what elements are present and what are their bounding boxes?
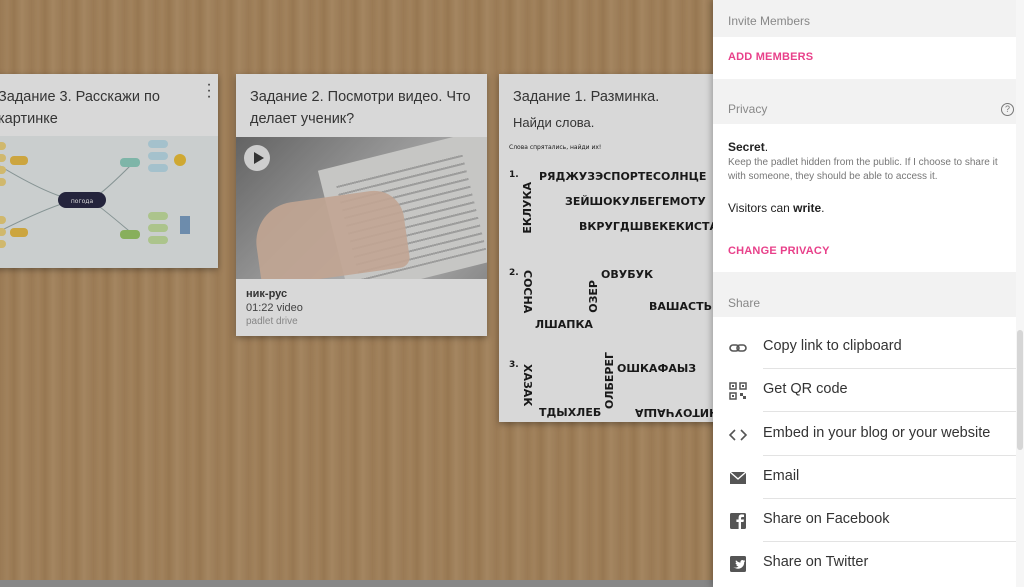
svg-text:погода: погода bbox=[71, 198, 94, 205]
hand-image bbox=[251, 186, 411, 279]
share-item-label: Share on Twitter bbox=[763, 554, 869, 570]
divider bbox=[763, 411, 1016, 412]
post-subtitle: Найди слова. bbox=[513, 115, 595, 130]
post-title: Задание 3. Расскажи по картинке bbox=[0, 74, 218, 130]
puzzle-column: СОСНА bbox=[521, 270, 534, 314]
invite-members-header: Invite Members bbox=[713, 0, 1024, 37]
post-menu-icon[interactable]: · · · bbox=[204, 77, 214, 105]
post-card-task1[interactable]: Задание 1. Разминка. Найди слова. Слова … bbox=[499, 74, 721, 422]
help-icon[interactable]: ? bbox=[1001, 103, 1014, 116]
email-button[interactable]: Email bbox=[713, 456, 1016, 499]
privacy-description: Keep the padlet hidden from the public. … bbox=[728, 157, 998, 182]
video-thumbnail[interactable] bbox=[236, 137, 487, 279]
privacy-level: Secret. bbox=[728, 140, 769, 154]
twitter-icon bbox=[728, 554, 748, 574]
puzzle-row: РЯДЖУЗЭСПОРТЕСОЛНЦЕ bbox=[539, 170, 707, 183]
post-card-task3[interactable]: Задание 3. Расскажи по картинке · · · пого… bbox=[0, 74, 218, 268]
puzzle-column: ХАЗАК bbox=[521, 364, 534, 407]
email-icon bbox=[728, 468, 748, 488]
facebook-icon bbox=[728, 511, 748, 531]
copy-link-button[interactable]: Copy link to clipboard bbox=[713, 326, 1016, 369]
video-source: padlet drive bbox=[246, 316, 298, 327]
visitors-prefix: Visitors can bbox=[728, 201, 794, 215]
puzzle-number: 3. bbox=[509, 360, 519, 370]
share-item-label: Embed in your blog or your website bbox=[763, 425, 991, 441]
puzzle-row: ОВУБУК bbox=[601, 268, 654, 281]
puzzle-column: ОЗЕР bbox=[587, 280, 600, 313]
add-members-button[interactable]: ADD MEMBERS bbox=[728, 51, 813, 63]
post-title: Задание 1. Разминка. bbox=[513, 89, 660, 105]
embed-button[interactable]: Embed in your blog or your website bbox=[713, 413, 1016, 456]
change-privacy-button[interactable]: CHANGE PRIVACY bbox=[728, 245, 830, 257]
qr-code-button[interactable]: Get QR code bbox=[713, 369, 1016, 412]
section-title: Invite Members bbox=[728, 14, 811, 28]
post-title: Задание 2. Посмотри видео. Что делает уч… bbox=[250, 89, 471, 127]
puzzle-intro: Слова спрятались, найди их! bbox=[509, 144, 602, 151]
word-puzzle-image: Слова спрятались, найди их! 1. РЯДЖУЗЭСП… bbox=[499, 140, 721, 422]
visitors-permission: Visitors can write. bbox=[728, 201, 825, 215]
link-icon bbox=[728, 338, 748, 358]
scrollbar-thumb[interactable] bbox=[1017, 330, 1023, 450]
post-title-line: картинке bbox=[0, 111, 58, 127]
puzzle-number: 2. bbox=[509, 268, 519, 278]
share-twitter-button[interactable]: Share on Twitter bbox=[713, 542, 1016, 585]
share-header: Share bbox=[713, 272, 1024, 317]
video-length: 01:22 video bbox=[246, 302, 303, 314]
play-icon[interactable] bbox=[244, 145, 270, 171]
share-item-label: Get QR code bbox=[763, 381, 848, 397]
share-panel: Invite Members ADD MEMBERS Privacy ? Sec… bbox=[713, 0, 1024, 587]
share-item-label: Email bbox=[763, 468, 800, 484]
puzzle-row: ЛШАПКА bbox=[535, 318, 593, 331]
puzzle-row: ТДЫХЛЕБ bbox=[539, 406, 602, 419]
share-facebook-button[interactable]: Share on Facebook bbox=[713, 499, 1016, 542]
share-item-label: Share on Facebook bbox=[763, 511, 890, 527]
puzzle-column: ЕКЛУКА bbox=[521, 182, 534, 234]
section-title: Privacy bbox=[728, 102, 768, 116]
puzzle-row: ВАШАСТЬЁЛ bbox=[649, 300, 721, 313]
board-bottom-bar bbox=[0, 580, 713, 587]
privacy-level-value: Secret bbox=[728, 140, 765, 154]
panel-scrollbar[interactable] bbox=[1016, 0, 1024, 587]
puzzle-row: ОШКАФАЫЗ bbox=[617, 362, 697, 375]
visitors-permission-value: write bbox=[793, 201, 822, 215]
video-meta: ник-рус 01:22 video padlet drive bbox=[246, 287, 303, 329]
puzzle-row: ВКРУГДШВЕКЕКИСТА bbox=[579, 220, 719, 233]
section-title: Share bbox=[728, 296, 761, 310]
share-item-label: Copy link to clipboard bbox=[763, 338, 902, 354]
post-card-task2[interactable]: Задание 2. Посмотри видео. Что делает уч… bbox=[236, 74, 487, 336]
puzzle-number: 1. bbox=[509, 170, 519, 180]
qr-code-icon bbox=[728, 381, 748, 401]
mindmap-image: погода bbox=[0, 136, 218, 268]
puzzle-row: ЗЕЙШОКУЛБЕГЕМОТУ bbox=[565, 195, 706, 208]
puzzle-row: ЧИТОУЧАША bbox=[635, 406, 718, 419]
privacy-header: Privacy ? bbox=[713, 79, 1024, 124]
code-icon bbox=[728, 425, 748, 445]
post-title-line: Задание 3. Расскажи по bbox=[0, 89, 160, 105]
puzzle-column: ОЛБЕРЕГ bbox=[603, 352, 616, 409]
video-name: ник-рус bbox=[246, 288, 288, 300]
